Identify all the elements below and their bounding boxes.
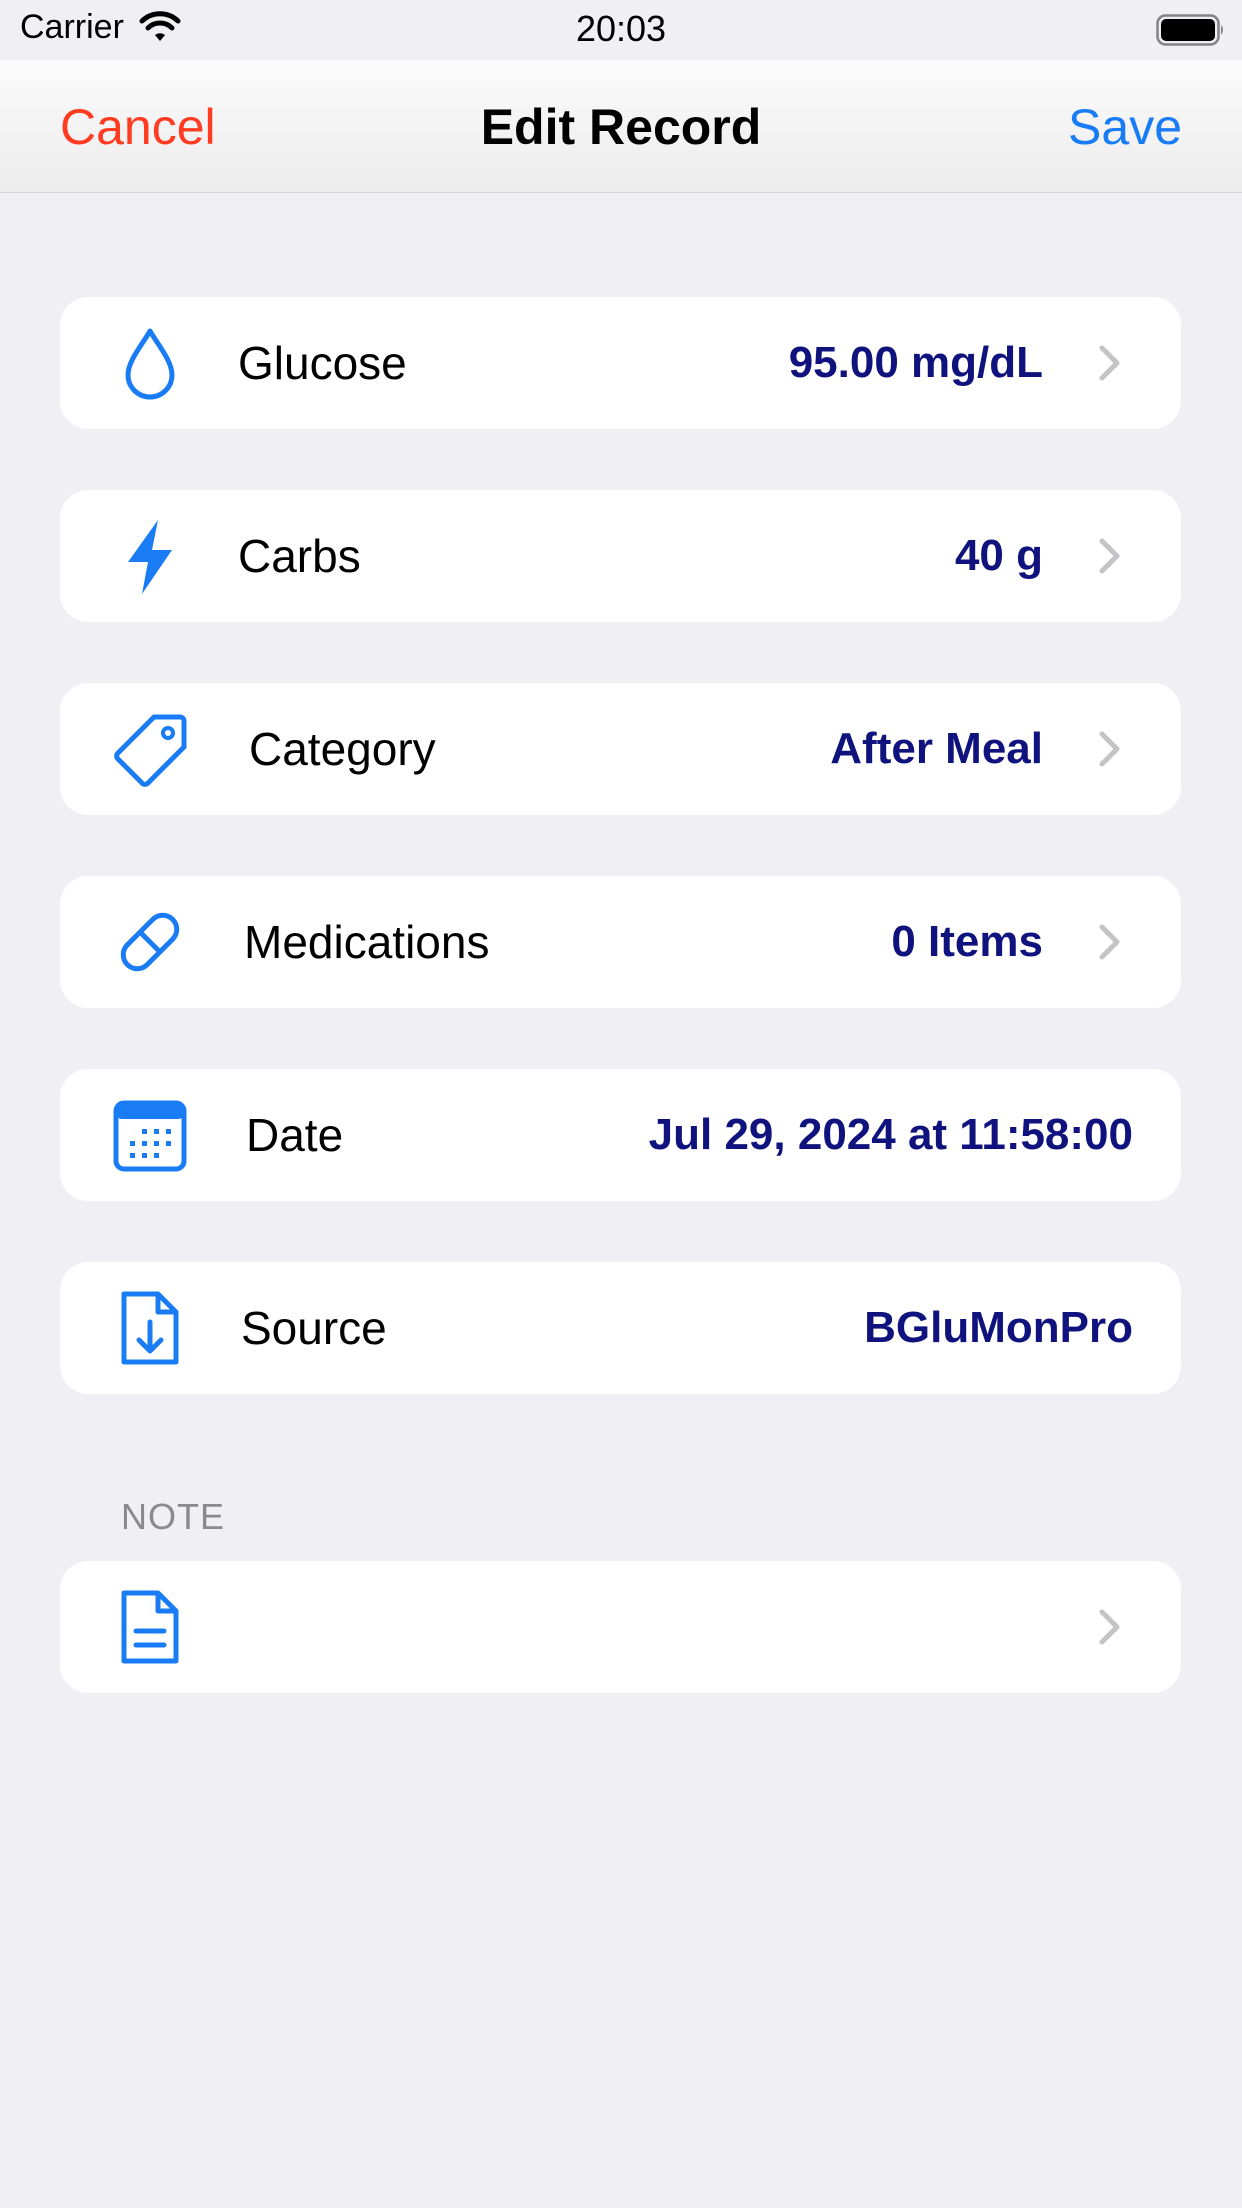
- bolt-icon: [110, 516, 190, 596]
- category-value: After Meal: [830, 724, 1043, 773]
- chevron-right-icon: [1099, 1609, 1120, 1645]
- calendar-icon: [110, 1095, 190, 1175]
- tag-icon: [110, 709, 190, 789]
- navigation-bar: Cancel Edit Record Save: [0, 60, 1242, 193]
- save-button[interactable]: Save: [1068, 98, 1182, 156]
- status-time: 20:03: [575, 8, 667, 49]
- row-source[interactable]: Source BGluMonPro: [60, 1262, 1181, 1394]
- carbs-label: Carbs: [238, 530, 361, 582]
- source-label: Source: [241, 1302, 387, 1354]
- document-text-icon: [110, 1587, 190, 1667]
- chevron-right-icon: [1099, 731, 1120, 767]
- row-note[interactable]: [60, 1561, 1181, 1693]
- medications-label: Medications: [244, 916, 490, 968]
- row-carbs[interactable]: Carbs 40 g: [60, 490, 1181, 622]
- drop-icon: [110, 323, 190, 403]
- glucose-value: 95.00 mg/dL: [788, 338, 1043, 387]
- note-section-header: NOTE: [121, 1496, 226, 1537]
- battery-icon: [1156, 14, 1223, 46]
- status-bar: Carrier 20:03: [0, 0, 1242, 60]
- glucose-label: Glucose: [238, 337, 407, 389]
- date-value: Jul 29, 2024 at 11:58:00: [648, 1110, 1133, 1159]
- pill-icon: [110, 902, 190, 982]
- row-glucose[interactable]: Glucose 95.00 mg/dL: [60, 297, 1181, 429]
- chevron-right-icon: [1099, 345, 1120, 381]
- page-title: Edit Record: [480, 99, 762, 155]
- row-medications[interactable]: Medications 0 Items: [60, 876, 1181, 1008]
- medications-value: 0 Items: [891, 917, 1043, 966]
- row-category[interactable]: Category After Meal: [60, 683, 1181, 815]
- date-label: Date: [246, 1109, 344, 1161]
- document-download-icon: [110, 1288, 190, 1368]
- chevron-right-icon: [1099, 924, 1120, 960]
- row-date[interactable]: Date Jul 29, 2024 at 11:58:00: [60, 1069, 1181, 1201]
- source-value: BGluMonPro: [864, 1303, 1133, 1352]
- chevron-right-icon: [1099, 538, 1120, 574]
- carbs-value: 40 g: [954, 531, 1043, 580]
- category-label: Category: [249, 723, 436, 775]
